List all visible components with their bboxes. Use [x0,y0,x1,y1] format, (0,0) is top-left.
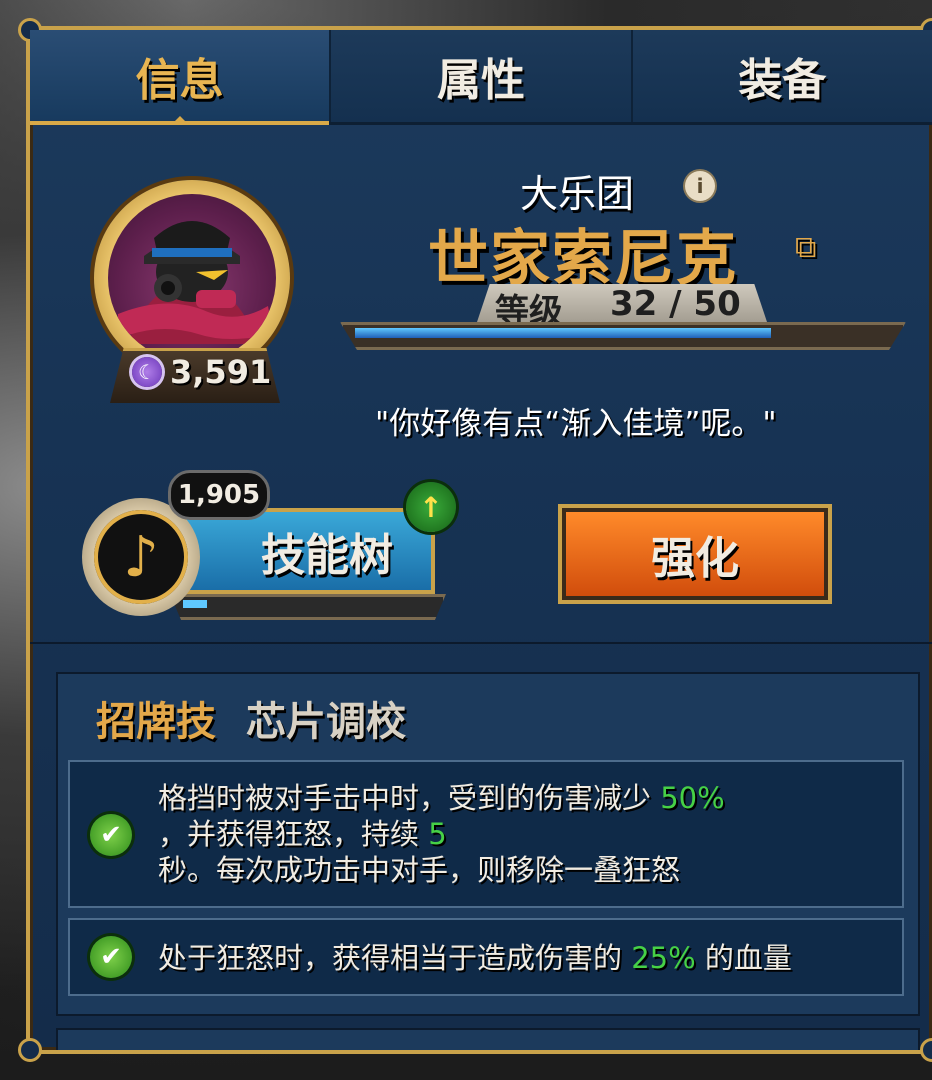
enhance-label: 强化 [651,533,739,584]
tab-label: 属性 [436,55,525,106]
effect-suffix: 的血量 [695,941,792,975]
character-avatar[interactable] [94,180,290,376]
effect-value: 50% [660,781,725,815]
character-quote: "你好像有点“渐入佳境”呢。" [375,406,777,442]
checkmark-icon: ✔ [90,936,132,978]
tab-info[interactable]: 信息 [30,30,332,125]
effect-line: ，并获得狂怒，持续 5 [158,816,447,852]
tab-label: 装备 [738,55,827,106]
checkmark-icon: ✔ [90,814,132,856]
tab-attributes[interactable]: 属性 [331,30,633,122]
level-progress-fill [355,328,771,338]
effect-line: 秒。每次成功击中对手，则移除一叠狂怒 [158,852,680,888]
level-progress-bar [340,322,906,350]
level-value: 32 / 50 [610,284,741,324]
effect-line: 格挡时被对手击中时，受到的伤害减少 50% [158,780,725,816]
saxophone-icon: ♪ [94,510,188,604]
next-section-edge [56,1028,920,1050]
effect-value: 25% [631,941,696,975]
divider [30,642,932,644]
tab-bar: 信息 属性 装备 [30,30,932,125]
effect-text: 格挡时被对手击中时，受到的伤害减少 [158,781,661,815]
upgrade-arrow-icon[interactable]: ↑ [406,482,456,532]
skill-points-value: 1,905 [177,480,261,510]
skill-tree-button[interactable]: 技能树 [175,508,435,594]
skill-tree-progress-bar [170,594,446,620]
power-rating: 3,591 [170,353,272,391]
effect-line: 处于狂怒时，获得相当于造成伤害的 25% 的血量 [158,940,792,976]
signature-ability-name: 芯片调校 [246,699,406,745]
panel-corner [18,1038,42,1062]
effect-text: ，并获得狂怒，持续 [158,817,429,851]
info-icon[interactable]: i [685,171,715,201]
character-panel: 信息 属性 装备 ☾ 3,591 大乐团 i 世家索尼克 ⧉ 等级 32 / 5… [18,18,932,1062]
effect-text: 处于狂怒时，获得相当于造成伤害的 [158,941,632,975]
skill-tree-progress-fill [183,600,207,608]
signature-ability-panel: 招牌技 芯片调校 ✔ 格挡时被对手击中时，受到的伤害减少 50% ，并获得狂怒，… [56,672,920,1016]
signature-ability-title: 招牌技 [96,699,216,745]
character-portrait-art [118,221,273,344]
moon-icon: ☾ [132,357,162,387]
skill-points-badge: 1,905 [168,470,270,520]
ability-effect: ✔ 处于狂怒时，获得相当于造成伤害的 25% 的血量 [68,918,904,996]
ability-effect: ✔ 格挡时被对手击中时，受到的伤害减少 50% ，并获得狂怒，持续 5 秒。每次… [68,760,904,908]
tab-equipment[interactable]: 装备 [632,30,932,122]
skill-tree-label: 技能树 [261,530,393,581]
effect-value: 5 [428,817,447,851]
tab-label: 信息 [135,55,224,106]
external-link-icon[interactable]: ⧉ [795,230,816,265]
enhance-button[interactable]: 强化 [558,504,832,604]
character-portrait [108,194,276,362]
effect-text: 秒。每次成功击中对手，则移除一叠狂怒 [158,853,681,887]
